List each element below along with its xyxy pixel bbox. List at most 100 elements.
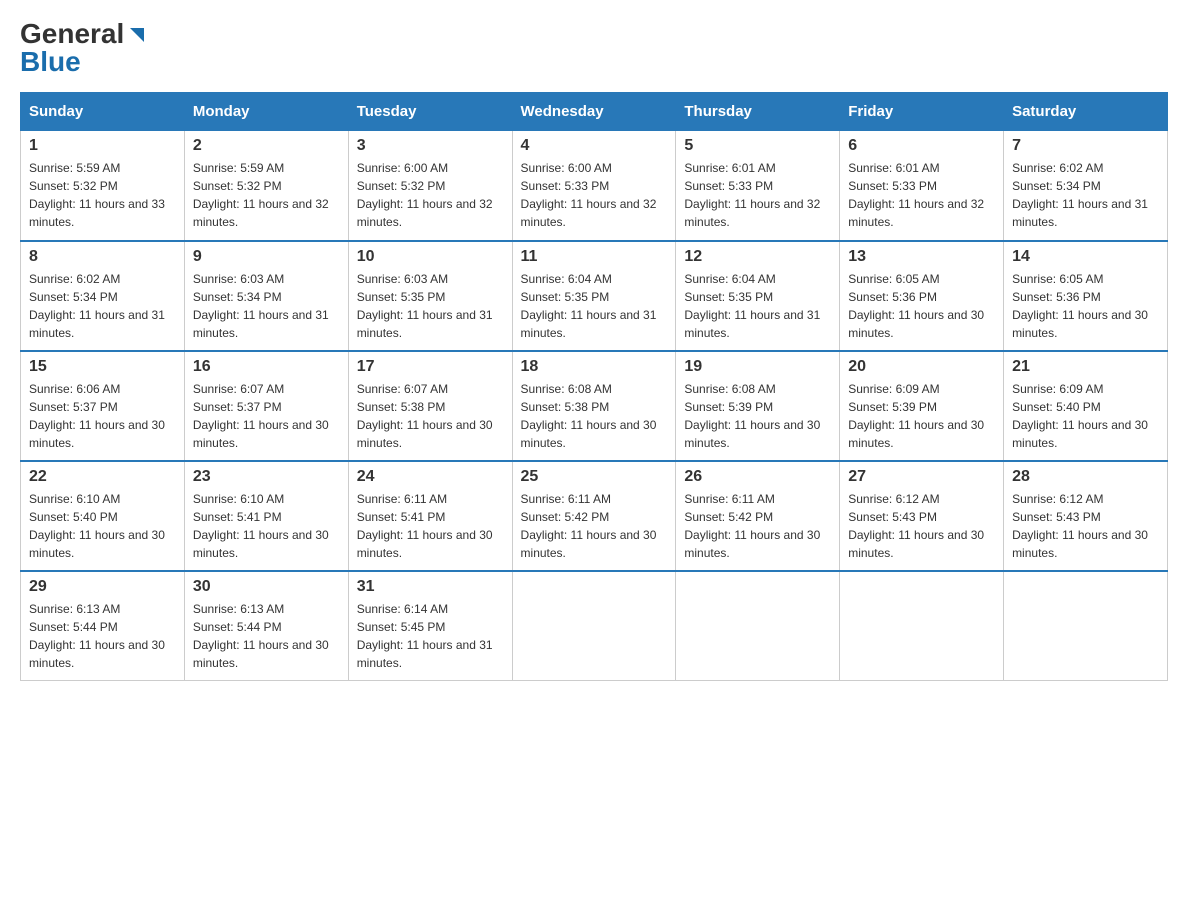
day-cell: 14 Sunrise: 6:05 AM Sunset: 5:36 PM Dayl…	[1004, 241, 1168, 351]
day-info: Sunrise: 6:05 AM Sunset: 5:36 PM Dayligh…	[848, 270, 995, 342]
day-number: 15	[29, 358, 176, 376]
day-cell: 24 Sunrise: 6:11 AM Sunset: 5:41 PM Dayl…	[348, 461, 512, 571]
day-cell: 30 Sunrise: 6:13 AM Sunset: 5:44 PM Dayl…	[184, 571, 348, 681]
day-cell: 6 Sunrise: 6:01 AM Sunset: 5:33 PM Dayli…	[840, 131, 1004, 241]
day-info: Sunrise: 6:02 AM Sunset: 5:34 PM Dayligh…	[29, 270, 176, 342]
day-info: Sunrise: 6:01 AM Sunset: 5:33 PM Dayligh…	[684, 159, 831, 231]
header-cell-friday: Friday	[840, 93, 1004, 131]
day-info: Sunrise: 6:10 AM Sunset: 5:40 PM Dayligh…	[29, 490, 176, 562]
day-info: Sunrise: 6:04 AM Sunset: 5:35 PM Dayligh…	[521, 270, 668, 342]
day-info: Sunrise: 6:02 AM Sunset: 5:34 PM Dayligh…	[1012, 159, 1159, 231]
day-cell: 23 Sunrise: 6:10 AM Sunset: 5:41 PM Dayl…	[184, 461, 348, 571]
day-info: Sunrise: 6:03 AM Sunset: 5:35 PM Dayligh…	[357, 270, 504, 342]
day-info: Sunrise: 6:11 AM Sunset: 5:42 PM Dayligh…	[684, 490, 831, 562]
day-number: 28	[1012, 468, 1159, 486]
day-number: 4	[521, 137, 668, 155]
day-info: Sunrise: 6:00 AM Sunset: 5:33 PM Dayligh…	[521, 159, 668, 231]
week-row-5: 29 Sunrise: 6:13 AM Sunset: 5:44 PM Dayl…	[21, 571, 1168, 681]
day-number: 2	[193, 137, 340, 155]
week-row-2: 8 Sunrise: 6:02 AM Sunset: 5:34 PM Dayli…	[21, 241, 1168, 351]
day-number: 14	[1012, 248, 1159, 266]
day-number: 5	[684, 137, 831, 155]
logo-triangle-icon	[126, 24, 148, 46]
day-number: 1	[29, 137, 176, 155]
header-row: SundayMondayTuesdayWednesdayThursdayFrid…	[21, 93, 1168, 131]
day-cell	[1004, 571, 1168, 681]
day-cell: 19 Sunrise: 6:08 AM Sunset: 5:39 PM Dayl…	[676, 351, 840, 461]
day-info: Sunrise: 6:08 AM Sunset: 5:38 PM Dayligh…	[521, 380, 668, 452]
day-cell: 12 Sunrise: 6:04 AM Sunset: 5:35 PM Dayl…	[676, 241, 840, 351]
day-info: Sunrise: 6:11 AM Sunset: 5:42 PM Dayligh…	[521, 490, 668, 562]
day-info: Sunrise: 6:09 AM Sunset: 5:40 PM Dayligh…	[1012, 380, 1159, 452]
day-number: 20	[848, 358, 995, 376]
day-info: Sunrise: 6:13 AM Sunset: 5:44 PM Dayligh…	[193, 600, 340, 672]
day-number: 25	[521, 468, 668, 486]
day-number: 6	[848, 137, 995, 155]
day-info: Sunrise: 6:13 AM Sunset: 5:44 PM Dayligh…	[29, 600, 176, 672]
day-cell: 28 Sunrise: 6:12 AM Sunset: 5:43 PM Dayl…	[1004, 461, 1168, 571]
header-cell-thursday: Thursday	[676, 93, 840, 131]
day-cell: 5 Sunrise: 6:01 AM Sunset: 5:33 PM Dayli…	[676, 131, 840, 241]
day-cell: 10 Sunrise: 6:03 AM Sunset: 5:35 PM Dayl…	[348, 241, 512, 351]
day-info: Sunrise: 6:04 AM Sunset: 5:35 PM Dayligh…	[684, 270, 831, 342]
day-cell: 31 Sunrise: 6:14 AM Sunset: 5:45 PM Dayl…	[348, 571, 512, 681]
logo-general-text: General	[20, 20, 124, 48]
day-cell: 18 Sunrise: 6:08 AM Sunset: 5:38 PM Dayl…	[512, 351, 676, 461]
day-info: Sunrise: 6:05 AM Sunset: 5:36 PM Dayligh…	[1012, 270, 1159, 342]
day-info: Sunrise: 6:06 AM Sunset: 5:37 PM Dayligh…	[29, 380, 176, 452]
day-cell: 1 Sunrise: 5:59 AM Sunset: 5:32 PM Dayli…	[21, 131, 185, 241]
day-cell: 3 Sunrise: 6:00 AM Sunset: 5:32 PM Dayli…	[348, 131, 512, 241]
week-row-1: 1 Sunrise: 5:59 AM Sunset: 5:32 PM Dayli…	[21, 131, 1168, 241]
day-cell: 22 Sunrise: 6:10 AM Sunset: 5:40 PM Dayl…	[21, 461, 185, 571]
week-row-3: 15 Sunrise: 6:06 AM Sunset: 5:37 PM Dayl…	[21, 351, 1168, 461]
day-cell: 29 Sunrise: 6:13 AM Sunset: 5:44 PM Dayl…	[21, 571, 185, 681]
week-row-4: 22 Sunrise: 6:10 AM Sunset: 5:40 PM Dayl…	[21, 461, 1168, 571]
day-number: 7	[1012, 137, 1159, 155]
header-cell-saturday: Saturday	[1004, 93, 1168, 131]
day-info: Sunrise: 6:07 AM Sunset: 5:37 PM Dayligh…	[193, 380, 340, 452]
day-cell: 9 Sunrise: 6:03 AM Sunset: 5:34 PM Dayli…	[184, 241, 348, 351]
day-number: 26	[684, 468, 831, 486]
day-cell: 4 Sunrise: 6:00 AM Sunset: 5:33 PM Dayli…	[512, 131, 676, 241]
day-cell: 25 Sunrise: 6:11 AM Sunset: 5:42 PM Dayl…	[512, 461, 676, 571]
day-info: Sunrise: 6:12 AM Sunset: 5:43 PM Dayligh…	[1012, 490, 1159, 562]
header-cell-monday: Monday	[184, 93, 348, 131]
day-info: Sunrise: 6:08 AM Sunset: 5:39 PM Dayligh…	[684, 380, 831, 452]
day-cell: 8 Sunrise: 6:02 AM Sunset: 5:34 PM Dayli…	[21, 241, 185, 351]
day-cell: 2 Sunrise: 5:59 AM Sunset: 5:32 PM Dayli…	[184, 131, 348, 241]
day-number: 27	[848, 468, 995, 486]
day-number: 19	[684, 358, 831, 376]
day-number: 13	[848, 248, 995, 266]
day-number: 11	[521, 248, 668, 266]
day-cell	[676, 571, 840, 681]
day-cell: 17 Sunrise: 6:07 AM Sunset: 5:38 PM Dayl…	[348, 351, 512, 461]
logo-blue-text: Blue	[20, 48, 81, 76]
header-cell-sunday: Sunday	[21, 93, 185, 131]
day-info: Sunrise: 6:14 AM Sunset: 5:45 PM Dayligh…	[357, 600, 504, 672]
day-info: Sunrise: 6:12 AM Sunset: 5:43 PM Dayligh…	[848, 490, 995, 562]
day-cell: 13 Sunrise: 6:05 AM Sunset: 5:36 PM Dayl…	[840, 241, 1004, 351]
day-number: 10	[357, 248, 504, 266]
day-cell	[512, 571, 676, 681]
day-cell: 16 Sunrise: 6:07 AM Sunset: 5:37 PM Dayl…	[184, 351, 348, 461]
day-cell: 27 Sunrise: 6:12 AM Sunset: 5:43 PM Dayl…	[840, 461, 1004, 571]
day-number: 21	[1012, 358, 1159, 376]
day-cell: 11 Sunrise: 6:04 AM Sunset: 5:35 PM Dayl…	[512, 241, 676, 351]
day-info: Sunrise: 6:09 AM Sunset: 5:39 PM Dayligh…	[848, 380, 995, 452]
day-number: 22	[29, 468, 176, 486]
day-number: 8	[29, 248, 176, 266]
day-number: 30	[193, 578, 340, 596]
page-header: General Blue	[20, 20, 1168, 76]
day-number: 18	[521, 358, 668, 376]
day-number: 9	[193, 248, 340, 266]
calendar-body: 1 Sunrise: 5:59 AM Sunset: 5:32 PM Dayli…	[21, 131, 1168, 681]
day-number: 24	[357, 468, 504, 486]
day-number: 29	[29, 578, 176, 596]
day-number: 31	[357, 578, 504, 596]
day-info: Sunrise: 6:00 AM Sunset: 5:32 PM Dayligh…	[357, 159, 504, 231]
day-info: Sunrise: 6:10 AM Sunset: 5:41 PM Dayligh…	[193, 490, 340, 562]
day-info: Sunrise: 6:01 AM Sunset: 5:33 PM Dayligh…	[848, 159, 995, 231]
day-info: Sunrise: 5:59 AM Sunset: 5:32 PM Dayligh…	[193, 159, 340, 231]
header-cell-tuesday: Tuesday	[348, 93, 512, 131]
header-cell-wednesday: Wednesday	[512, 93, 676, 131]
